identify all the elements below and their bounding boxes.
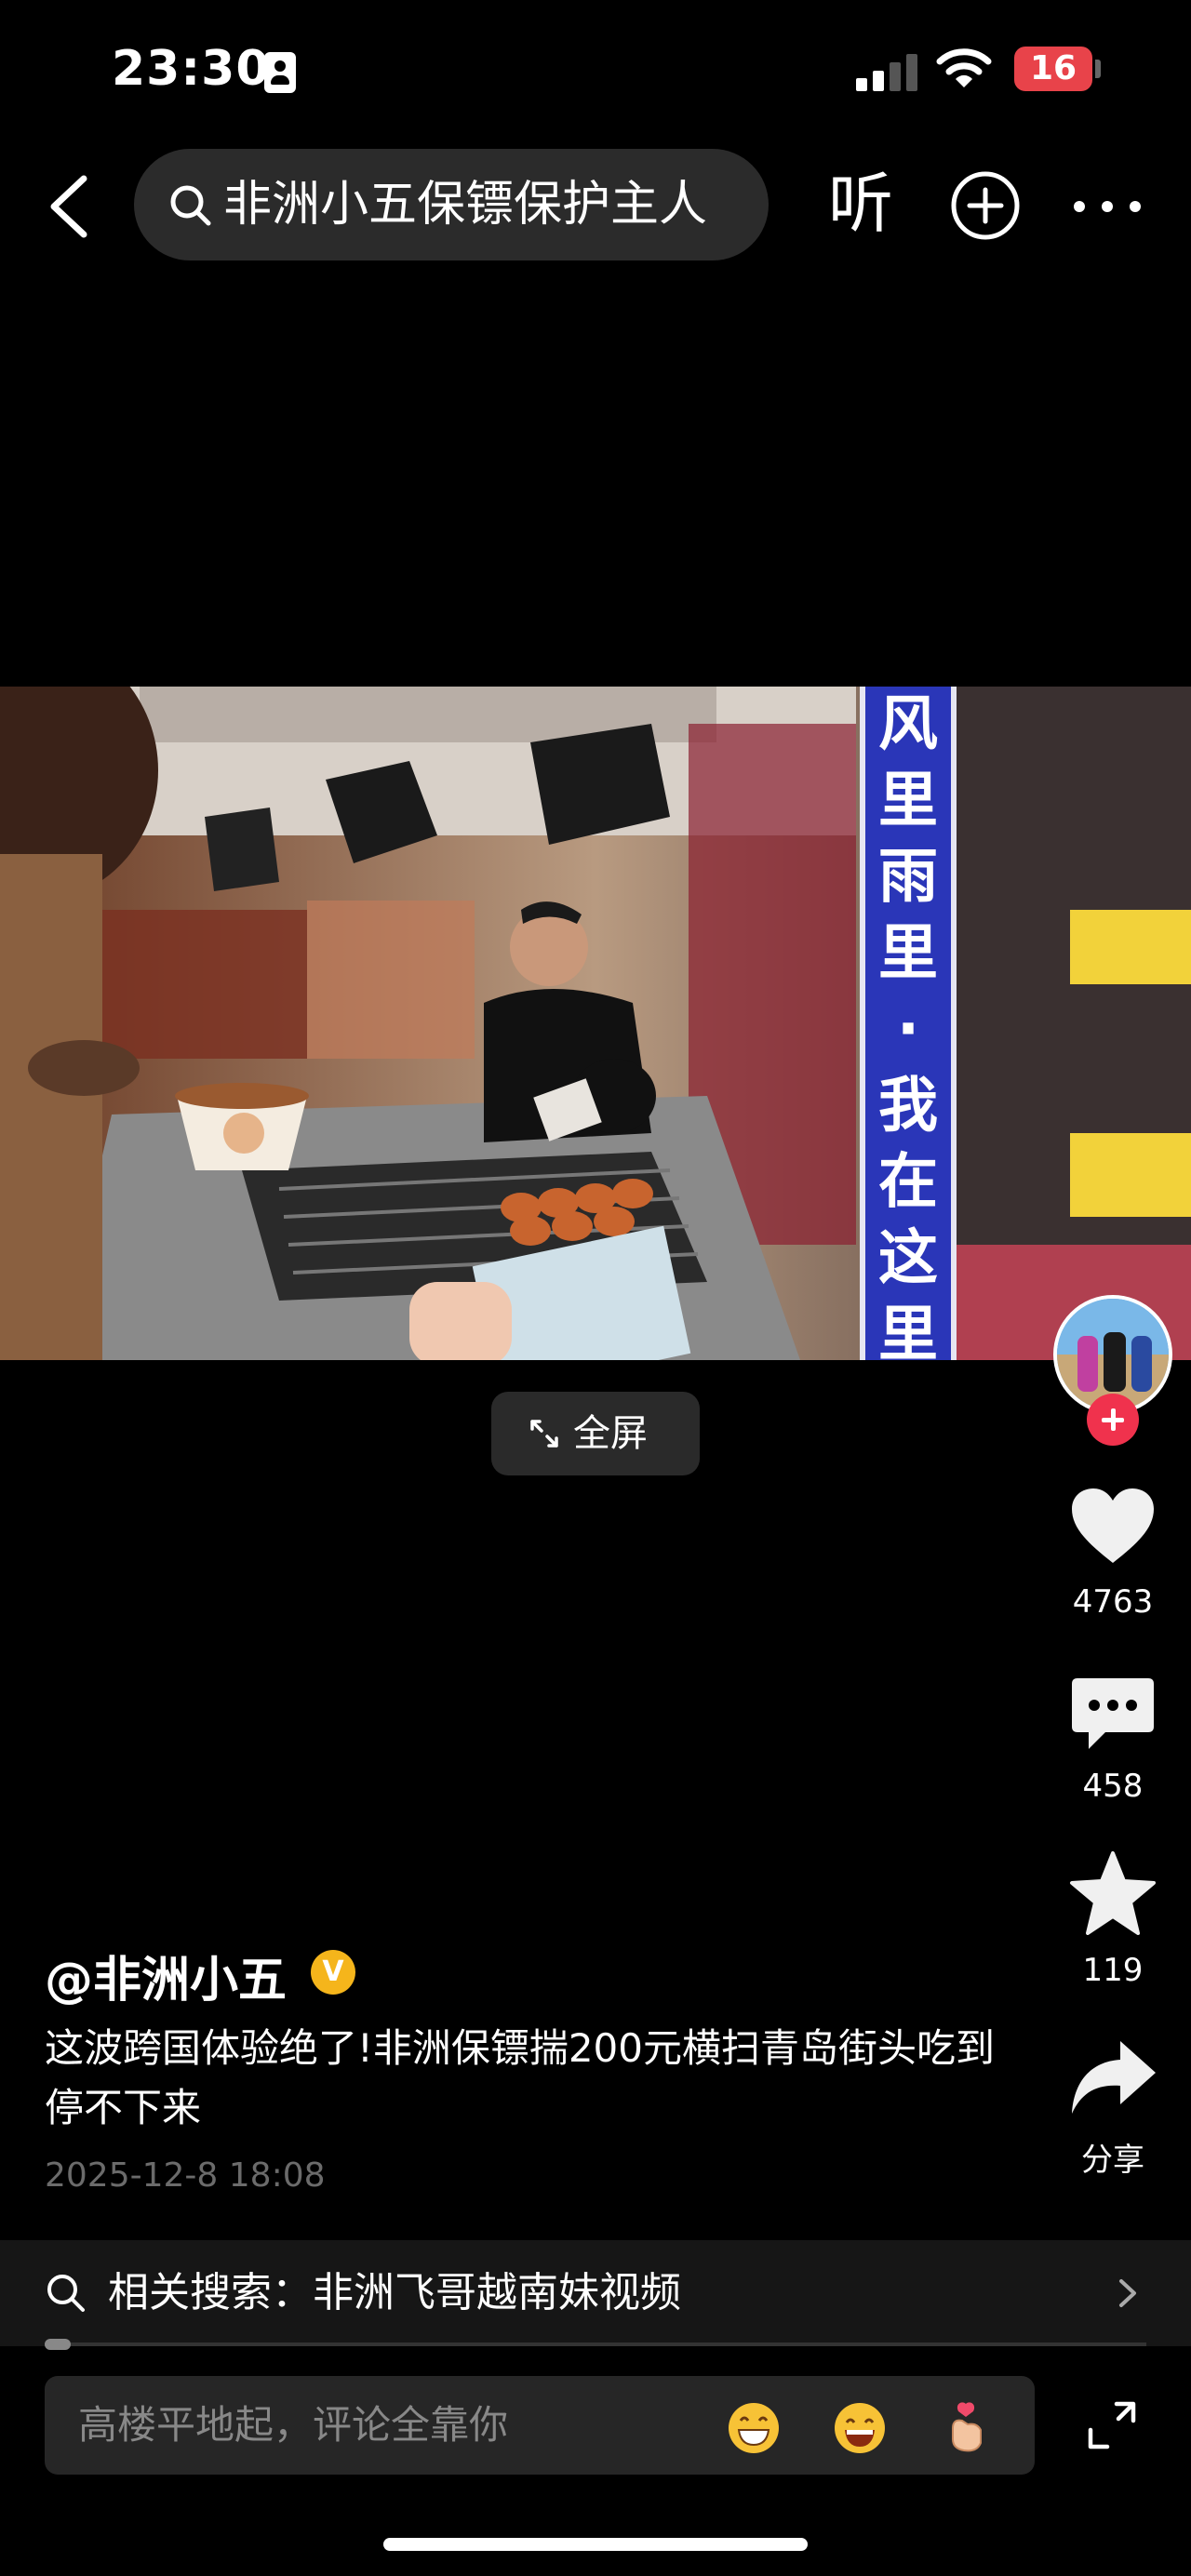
cellular-signal-icon xyxy=(856,52,919,91)
wifi-icon xyxy=(936,48,992,87)
share-label[interactable]: 分享 xyxy=(1042,2134,1184,2180)
author-name[interactable]: @非洲小五 xyxy=(45,1941,287,2010)
contact-card-icon xyxy=(264,52,296,93)
search-icon xyxy=(47,2275,85,2312)
comment-icon[interactable] xyxy=(1068,1673,1158,1756)
grin-emoji-icon[interactable] xyxy=(728,2402,780,2454)
like-count: 4763 xyxy=(1072,1583,1154,1621)
expand-arrows-icon xyxy=(530,1420,558,1448)
heart-icon[interactable] xyxy=(1068,1485,1158,1568)
comment-placeholder: 高楼平地起，评论全靠你 xyxy=(78,2402,509,2448)
more-options-icon[interactable] xyxy=(1072,195,1143,218)
favorite-count: 119 xyxy=(1082,1952,1144,1989)
battery-cap xyxy=(1095,60,1101,78)
video-frame xyxy=(0,687,1191,1360)
fullscreen-button[interactable]: 全屏 xyxy=(491,1392,700,1475)
search-icon xyxy=(170,185,211,226)
verified-badge: V xyxy=(311,1950,355,1995)
follow-plus-button[interactable] xyxy=(1087,1394,1139,1446)
listen-button[interactable]: 听 xyxy=(828,162,893,246)
related-search-label: 相关搜索：非洲飞哥越南妹视频 xyxy=(108,2269,681,2316)
post-description: 这波跨国体验绝了!非洲保镖揣200元横扫青岛街头吃到停不下来 xyxy=(45,2025,996,2130)
add-circle-icon[interactable] xyxy=(949,169,1022,242)
search-query: 非洲小五保镖保护主人 xyxy=(223,177,708,233)
post-date: 2025-12-8 18:08 xyxy=(45,2156,326,2195)
video-progress-track[interactable] xyxy=(45,2342,1146,2346)
related-search-bar[interactable]: 相关搜索：非洲飞哥越南妹视频 xyxy=(0,2240,1191,2346)
video-player[interactable]: 风里雨里·我在这里等 xyxy=(0,687,1191,1360)
comment-count: 458 xyxy=(1082,1768,1144,1805)
search-bar[interactable]: 非洲小五保镖保护主人 xyxy=(134,149,769,260)
home-indicator[interactable] xyxy=(383,2538,808,2551)
comment-input[interactable]: 高楼平地起，评论全靠你 xyxy=(45,2376,1035,2475)
back-arrow-icon[interactable] xyxy=(43,173,95,240)
fullscreen-label: 全屏 xyxy=(573,1412,648,1455)
laugh-emoji-icon[interactable] xyxy=(834,2402,886,2454)
video-progress-handle[interactable] xyxy=(45,2339,71,2350)
finger-heart-emoji-icon[interactable] xyxy=(940,2402,992,2454)
share-arrow-icon[interactable] xyxy=(1068,2035,1158,2119)
expand-icon[interactable] xyxy=(1087,2400,1137,2450)
status-time: 23:30 xyxy=(112,41,271,97)
banner-sign-text: 风里雨里·我在这里等 xyxy=(878,690,938,1360)
star-favorite-icon[interactable] xyxy=(1068,1851,1158,1935)
battery-indicator: 16 xyxy=(1014,47,1092,91)
chevron-right-icon xyxy=(1119,2279,1136,2307)
